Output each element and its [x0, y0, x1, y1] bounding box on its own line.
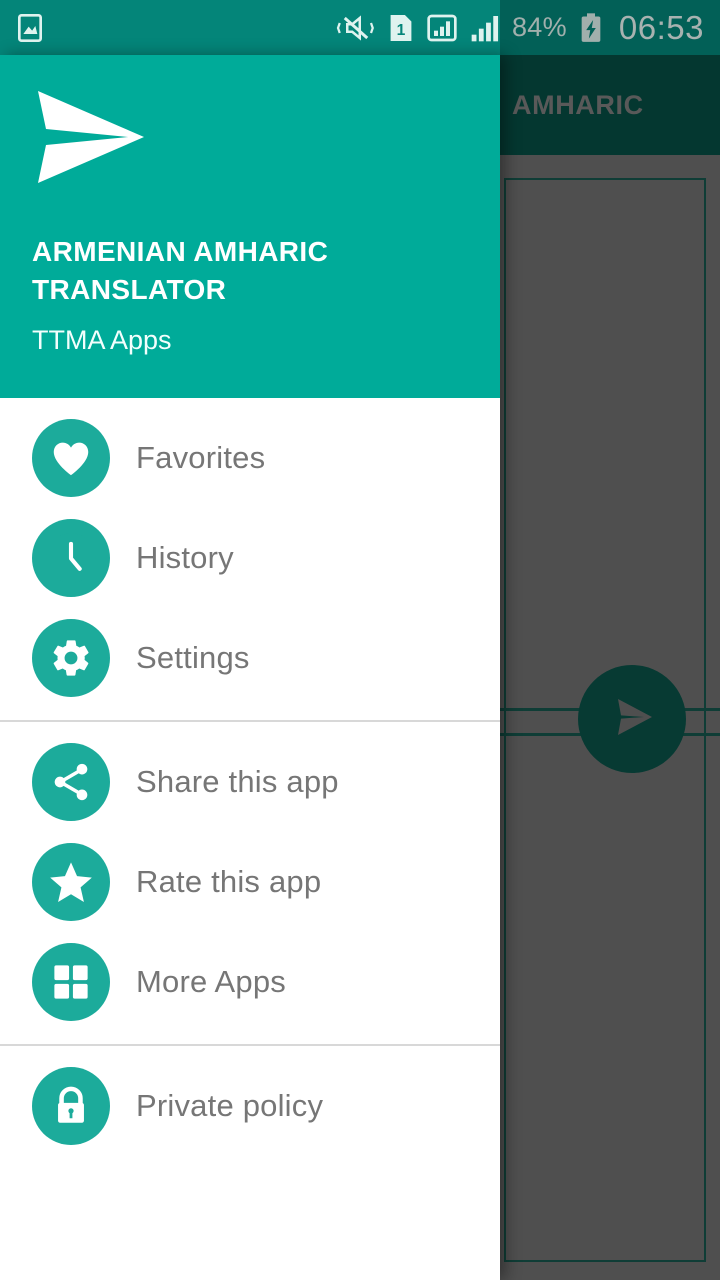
- drawer-item-label: Share this app: [136, 764, 339, 799]
- app-screen: AMHARIC 1 84% 06:53 ARMENIAN AMHARIC TRA…: [0, 0, 720, 1280]
- svg-text:1: 1: [397, 22, 406, 39]
- drawer-item-favorites[interactable]: Favorites: [0, 408, 500, 508]
- lock-icon: [32, 1067, 110, 1145]
- star-icon: [32, 843, 110, 921]
- status-bar-notifications: [14, 12, 46, 44]
- drawer-scrim-overlay[interactable]: [500, 0, 720, 1280]
- signal-bars-boxed-icon: [426, 12, 458, 44]
- vibrate-mute-icon: [336, 12, 376, 44]
- heart-icon: [32, 419, 110, 497]
- drawer-menu-group-secondary: Share this app Rate this app More Apps: [0, 722, 500, 1044]
- photo-image-icon: [14, 12, 46, 44]
- navigation-drawer: ARMENIAN AMHARIC TRANSLATOR TTMA Apps Fa…: [0, 55, 500, 1280]
- grid-apps-icon: [32, 943, 110, 1021]
- gear-icon: [32, 619, 110, 697]
- drawer-item-label: More Apps: [136, 964, 286, 999]
- signal-bars-icon: [470, 12, 500, 44]
- drawer-item-share-this-app[interactable]: Share this app: [0, 732, 500, 832]
- drawer-item-history[interactable]: History: [0, 508, 500, 608]
- share-icon: [32, 743, 110, 821]
- clock-icon: [32, 519, 110, 597]
- drawer-menu-group-primary: Favorites History Settings: [0, 398, 500, 720]
- drawer-item-private-policy[interactable]: Private policy: [0, 1056, 500, 1156]
- drawer-item-settings[interactable]: Settings: [0, 608, 500, 708]
- drawer-app-subtitle: TTMA Apps: [32, 325, 172, 355]
- drawer-item-label: Private policy: [136, 1088, 324, 1123]
- drawer-item-label: History: [136, 540, 234, 575]
- sim-1-icon: 1: [388, 12, 414, 44]
- drawer-menu: Favorites History Settings Share this ap…: [0, 398, 500, 1280]
- paper-plane-send-logo: [32, 91, 150, 191]
- drawer-item-label: Favorites: [136, 440, 266, 475]
- drawer-item-rate-this-app[interactable]: Rate this app: [0, 832, 500, 932]
- drawer-menu-group-legal: Private policy: [0, 1046, 500, 1168]
- drawer-item-more-apps[interactable]: More Apps: [0, 932, 500, 1032]
- drawer-item-label: Settings: [136, 640, 250, 675]
- drawer-item-label: Rate this app: [136, 864, 322, 899]
- drawer-header: ARMENIAN AMHARIC TRANSLATOR TTMA Apps: [0, 55, 500, 398]
- drawer-app-title: ARMENIAN AMHARIC TRANSLATOR: [32, 236, 329, 305]
